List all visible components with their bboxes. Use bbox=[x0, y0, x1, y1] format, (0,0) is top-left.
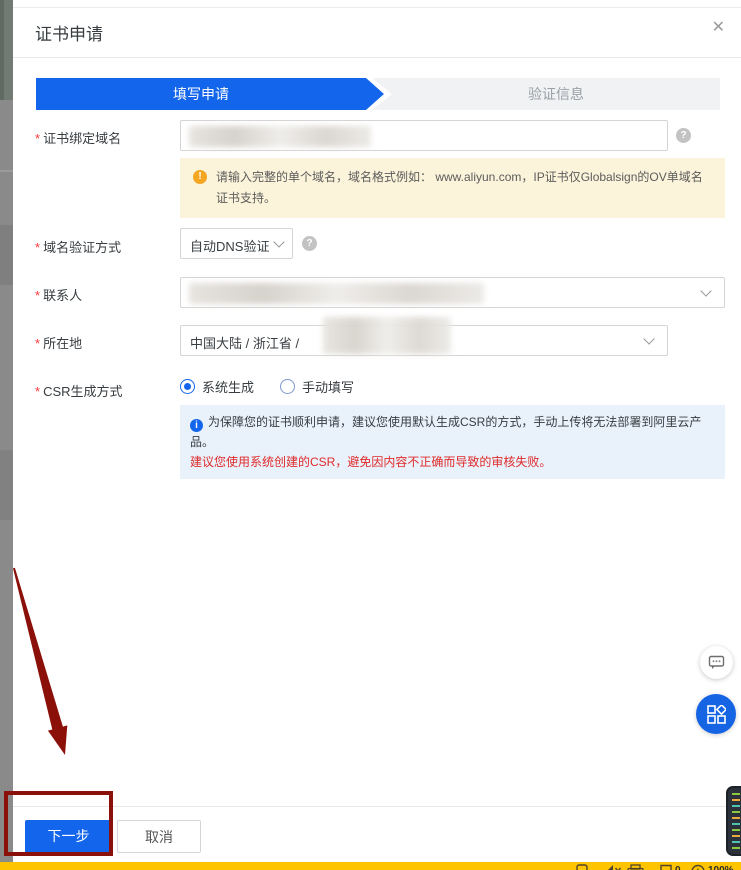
apps-grid-button[interactable] bbox=[696, 694, 736, 734]
radio-system-generate[interactable] bbox=[180, 379, 195, 394]
csr-notice-line2: 建议您使用系统创建的CSR，避免因内容不正确而导致的审核失败。 bbox=[190, 452, 715, 472]
csr-notice-line1: i为保障您的证书顺利申请，建议您使用默认生成CSR的方式，手动上传将无法部署到阿… bbox=[190, 412, 715, 452]
warning-icon: ! bbox=[193, 170, 207, 184]
chevron-down-icon bbox=[273, 236, 284, 247]
contact-select[interactable] bbox=[180, 277, 725, 308]
zoom-level: 100% bbox=[708, 865, 734, 870]
radio-manual-label[interactable]: 手动填写 bbox=[302, 377, 354, 396]
domain-format-notice: ! 请输入完整的单个域名，域名格式例如： www.aliyun.com，IP证书… bbox=[180, 158, 725, 218]
header-divider bbox=[13, 57, 741, 58]
side-panel-peek[interactable] bbox=[726, 786, 741, 856]
feedback-chat-button[interactable] bbox=[700, 646, 733, 679]
background-page-strip bbox=[0, 0, 13, 862]
footer-divider bbox=[13, 806, 741, 807]
screenshot-stage: 证书申请 ✕ 验证信息 填写申请 *证书绑定域名 ? ! 请输入完整的单个域名，… bbox=[0, 0, 741, 870]
location-value-redacted bbox=[323, 317, 451, 354]
background-segment-edge bbox=[0, 0, 4, 100]
csr-radio-group: 系统生成 手动填写 bbox=[180, 377, 354, 396]
dialog-top-border bbox=[13, 7, 741, 8]
step-verify-info: 验证信息 bbox=[392, 78, 720, 110]
info-icon: i bbox=[190, 419, 203, 432]
required-mark: * bbox=[35, 240, 40, 255]
domain-notice-text: 请输入完整的单个域名，域名格式例如： www.aliyun.com，IP证书仅G… bbox=[216, 170, 703, 205]
device-icon bbox=[577, 865, 587, 870]
background-segment bbox=[0, 450, 13, 520]
chevron-down-icon bbox=[700, 285, 711, 296]
contact-value-redacted bbox=[189, 283, 484, 304]
csr-notice: i为保障您的证书顺利申请，建议您使用默认生成CSR的方式，手动上传将无法部署到阿… bbox=[180, 405, 725, 479]
radio-manual-fill[interactable] bbox=[280, 379, 295, 394]
background-divider bbox=[0, 170, 13, 172]
step-label: 填写申请 bbox=[173, 84, 229, 104]
dialog-title: 证书申请 bbox=[35, 20, 103, 45]
dns-method-select[interactable]: 自动DNS验证 bbox=[180, 228, 293, 259]
csr-method-label: *CSR生成方式 bbox=[35, 381, 123, 400]
wizard-stepper: 验证信息 填写申请 bbox=[36, 78, 720, 110]
radio-system-label[interactable]: 系统生成 bbox=[202, 377, 254, 396]
shield-icon bbox=[661, 866, 671, 870]
required-mark: * bbox=[35, 384, 40, 399]
background-segment bbox=[0, 0, 13, 100]
side-panel-stripes bbox=[732, 793, 740, 849]
bottom-toolbar: 0 100% bbox=[0, 862, 741, 870]
toolbar-icons-row: 0 100% bbox=[0, 863, 741, 870]
background-segment bbox=[0, 225, 13, 285]
domain-label: *证书绑定域名 bbox=[35, 128, 121, 147]
required-mark: * bbox=[35, 336, 40, 351]
dns-method-label: *域名验证方式 bbox=[35, 237, 121, 256]
dns-help-icon[interactable]: ? bbox=[302, 236, 317, 251]
step-label: 验证信息 bbox=[528, 84, 584, 104]
location-value: 中国大陆 / 浙江省 / bbox=[190, 333, 299, 352]
domain-input[interactable] bbox=[180, 120, 668, 151]
certificate-apply-dialog: 证书申请 ✕ 验证信息 填写申请 *证书绑定域名 ? ! 请输入完整的单个域名，… bbox=[13, 0, 741, 862]
contact-label: *联系人 bbox=[35, 285, 82, 304]
domain-value-redacted bbox=[189, 126, 371, 147]
required-mark: * bbox=[35, 131, 40, 146]
chat-bubble-icon bbox=[708, 655, 725, 670]
cancel-button[interactable]: 取消 bbox=[117, 820, 201, 853]
toolbar-icons bbox=[0, 863, 741, 870]
annotation-highlight-box bbox=[4, 791, 113, 856]
apps-grid-icon bbox=[707, 705, 726, 724]
step-fill-application: 填写申请 bbox=[36, 78, 384, 110]
dns-method-value: 自动DNS验证 bbox=[190, 236, 269, 255]
location-select[interactable]: 中国大陆 / 浙江省 / bbox=[180, 325, 668, 356]
speaker-icon bbox=[604, 865, 613, 870]
location-label: *所在地 bbox=[35, 333, 82, 352]
close-icon[interactable]: ✕ bbox=[712, 20, 725, 36]
domain-help-icon[interactable]: ? bbox=[676, 128, 691, 143]
chevron-down-icon bbox=[643, 333, 654, 344]
shield-count: 0 bbox=[675, 865, 681, 870]
required-mark: * bbox=[35, 288, 40, 303]
